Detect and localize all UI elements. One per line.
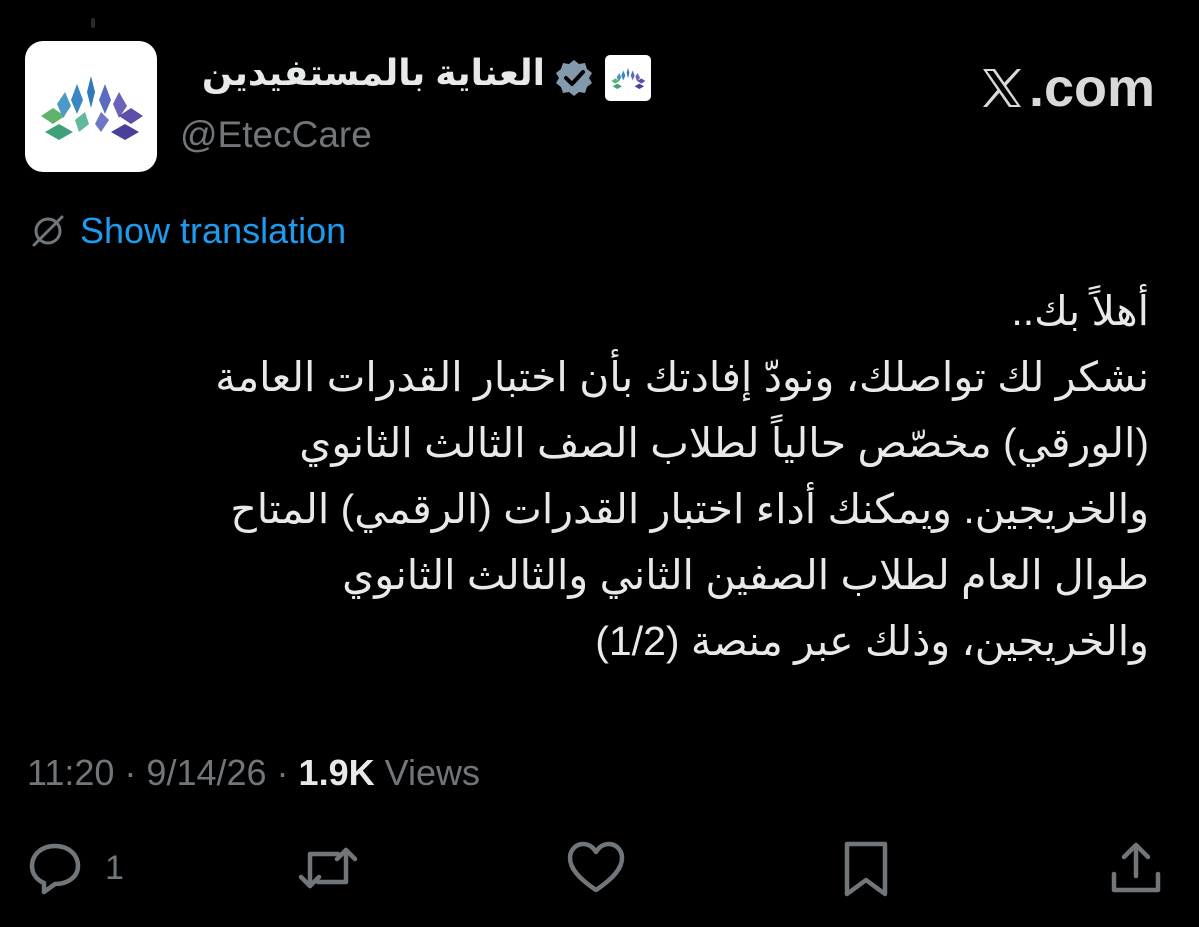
bookmark-button[interactable] [838, 840, 894, 898]
bookmark-icon [844, 841, 888, 897]
reply-count: 1 [105, 848, 124, 887]
reply-icon [29, 843, 81, 895]
repost-icon [298, 847, 358, 889]
like-button[interactable] [566, 840, 626, 896]
tweet-line: طوال العام لطلاب الصفين الثاني والثالث ا… [342, 552, 1149, 598]
etec-logo-icon [41, 75, 143, 140]
display-name[interactable]: العناية بالمستفيدين [175, 52, 545, 94]
translate-globe-icon [32, 215, 64, 247]
x-logo-icon [982, 69, 1021, 107]
affiliate-logo[interactable] [605, 55, 651, 101]
show-translation-label[interactable]: Show translation [80, 210, 346, 252]
meta-separator: · [266, 752, 299, 793]
etec-small-logo-icon [611, 67, 646, 89]
tweet-line: والخريجين. ويمكنك أداء اختبار القدرات (ا… [230, 486, 1149, 532]
tweet-meta: 11:20 · 9/14/26 · 1.9K Views [27, 752, 480, 794]
meta-separator: · [114, 752, 147, 793]
views-count: 1.9K [298, 752, 375, 793]
show-translation-link[interactable]: Show translation [30, 210, 346, 252]
tweet-line: نشكر لك تواصلك، ونودّ إفادتك بأن اختبار … [215, 354, 1149, 400]
tweet-line: (الورقي) مخصّص حالياً لطلاب الصف الثالث … [299, 420, 1149, 466]
share-icon [1111, 842, 1161, 893]
top-indicator [91, 18, 95, 28]
x-brand-domain: .com [1028, 58, 1155, 118]
tweet-date[interactable]: 9/14/26 [146, 752, 266, 793]
tweet-line: أهلاً بك.. [1011, 288, 1149, 334]
tweet-text: أهلاً بك.. نشكر لك تواصلك، ونودّ إفادتك … [49, 278, 1149, 674]
tweet-time[interactable]: 11:20 [27, 752, 114, 793]
heart-icon [567, 841, 625, 893]
x-brand: .com [975, 58, 1155, 118]
views-label: Views [374, 752, 480, 793]
tweet-line: والخريجين، وذلك عبر منصة (1/2) [595, 618, 1149, 664]
share-button[interactable] [1108, 840, 1164, 896]
avatar[interactable] [25, 41, 157, 172]
verified-badge-icon [556, 60, 592, 96]
user-handle[interactable]: @EtecCare [180, 114, 372, 156]
reply-button[interactable]: 1 [27, 840, 124, 896]
repost-button[interactable] [298, 840, 358, 896]
